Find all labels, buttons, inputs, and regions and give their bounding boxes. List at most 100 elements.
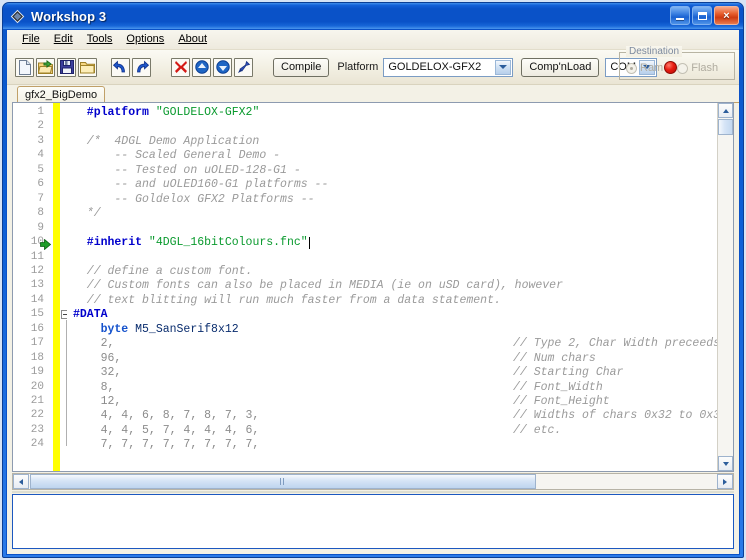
code-token: 96, — [73, 351, 122, 365]
gutter-line-number: 1 — [37, 106, 44, 118]
code-editor[interactable]: 1 2 3 4 5 6 7 8 9 10 11 12 13 14 15 16 17 18 19 20 21 22 23 24 … — [12, 102, 734, 472]
window-client-area: File Edit Tools Options About Compile Pl… — [6, 29, 740, 555]
code-line: byte M5_SanSerif8x12 — [73, 323, 239, 337]
chevron-up-icon — [722, 108, 729, 113]
code-token: "GOLDELOX-GFX2" — [155, 106, 260, 119]
menu-item-options-label: Options — [126, 33, 165, 45]
code-token: /* 4DGL Demo Application — [73, 134, 260, 148]
tab-gfx2-bigdemo[interactable]: gfx2_BigDemo — [17, 86, 106, 103]
close-button[interactable]: × — [714, 6, 739, 25]
compile-and-load-button[interactable]: Comp'nLoad — [521, 57, 600, 77]
window-title: Workshop 3 — [31, 8, 107, 24]
bookmark-arrow-icon[interactable] — [40, 237, 52, 251]
chevron-down-icon — [499, 65, 508, 69]
code-token: #platform — [73, 106, 156, 119]
output-panel[interactable] — [12, 494, 734, 549]
code-line: -- Tested on uOLED-128-G1 - — [73, 164, 300, 178]
menu-item-tools[interactable]: Tools — [80, 32, 120, 47]
menu-item-options[interactable]: Options — [119, 32, 171, 47]
gutter-line-number: 8 — [37, 207, 44, 220]
circle-up-arrow-icon — [194, 60, 209, 74]
code-token: 4, 4, 6, 8, 7, 8, 7, 3, — [73, 409, 260, 423]
maximize-button[interactable] — [692, 6, 712, 25]
menu-item-file[interactable]: File — [15, 32, 47, 47]
scroll-down-button[interactable] — [213, 57, 232, 77]
new-file-button[interactable] — [15, 57, 34, 77]
gutter-line-number: 12 — [30, 264, 44, 277]
code-token: 2, — [73, 337, 115, 351]
code-line-trailing-comment: // etc. — [513, 424, 561, 438]
code-line: 8, — [73, 380, 115, 395]
editor-gutter[interactable]: 1 2 3 4 5 6 7 8 9 10 11 12 13 14 15 16 17 18 19 20 21 22 23 24 — [13, 103, 70, 471]
horizontal-scrollbar-thumb[interactable] — [30, 474, 536, 489]
code-token: 7, 7, 7, 7, 7, 7, 7, 7, — [73, 438, 260, 452]
vertical-scrollbar-thumb[interactable] — [718, 119, 733, 135]
folder-icon — [80, 61, 95, 73]
editor-text-area[interactable]: #platform "GOLDELOX-GFX2" /* 4DGL Demo A… — [67, 103, 733, 471]
code-token: 12, — [73, 395, 122, 408]
text-caret — [309, 237, 310, 250]
folder-button[interactable] — [78, 57, 97, 77]
panel-divider — [12, 491, 734, 493]
undo-button[interactable] — [111, 57, 130, 77]
clear-button[interactable] — [171, 57, 190, 77]
code-line: 96, — [73, 351, 122, 366]
code-token: -- Scaled General Demo - — [73, 149, 281, 163]
tab-gfx2-bigdemo-label: gfx2_BigDemo — [25, 89, 98, 101]
gutter-line-number: 23 — [30, 423, 44, 436]
grip-icon — [280, 478, 286, 485]
open-file-button[interactable] — [36, 57, 55, 77]
code-line: 2, — [73, 337, 115, 351]
code-line-trailing-comment: // Font_Width — [513, 381, 603, 395]
code-token: 8, — [73, 380, 115, 394]
redo-arrow-icon — [137, 60, 149, 73]
redo-button[interactable] — [132, 57, 151, 77]
window-controls: × — [670, 6, 739, 25]
scrollbar-left-button[interactable] — [13, 474, 29, 489]
pin-button[interactable] — [234, 57, 253, 77]
scrollbar-right-button[interactable] — [717, 474, 733, 489]
title-bar[interactable]: Workshop 3 × — [3, 3, 743, 29]
destination-group-title: Destination — [626, 46, 683, 57]
gutter-line-number: 9 — [37, 221, 44, 234]
destination-radio-flash-label: Flash — [691, 62, 719, 74]
scroll-up-button[interactable] — [192, 57, 211, 77]
minimize-button[interactable] — [670, 6, 690, 25]
destination-radio-ram[interactable]: Ram — [626, 62, 663, 74]
code-line: 7, 7, 7, 7, 7, 7, 7, 7, — [73, 438, 260, 452]
code-line: #inherit "4DGL_16bitColours.fnc" — [73, 236, 308, 250]
code-token: "4DGL_16bitColours.fnc" — [148, 236, 308, 250]
code-token: // Num chars — [513, 351, 596, 365]
code-token: // Font_Height — [513, 395, 610, 408]
platform-select[interactable]: GOLDELOX-GFX2 — [383, 57, 514, 77]
platform-label: Platform — [337, 61, 379, 73]
scrollbar-up-button[interactable] — [718, 103, 733, 118]
code-token: -- and uOLED160-G1 platforms -- — [73, 178, 329, 192]
save-file-button[interactable] — [57, 57, 76, 77]
code-line: -- and uOLED160-G1 platforms -- — [73, 178, 328, 192]
new-file-icon — [18, 59, 31, 75]
open-folder-icon — [38, 60, 53, 74]
code-line-trailing-comment: // Type 2, Char Width preceeds ch — [513, 337, 733, 351]
compile-button[interactable]: Compile — [273, 57, 330, 77]
code-line-trailing-comment: // Starting Char — [513, 366, 623, 380]
editor-horizontal-scrollbar[interactable] — [12, 473, 734, 490]
code-line: #platform "GOLDELOX-GFX2" — [73, 106, 260, 120]
scrollbar-down-button[interactable] — [718, 456, 733, 471]
menu-item-edit-label: Edit — [53, 33, 73, 45]
gutter-line-number: 6 — [37, 178, 44, 191]
platform-select-arrow[interactable] — [495, 59, 512, 75]
code-token: // text blitting will run much faster fr… — [73, 293, 501, 307]
editor-vertical-scrollbar[interactable] — [717, 103, 733, 471]
code-line: 12, — [73, 395, 122, 409]
chevron-left-icon — [19, 478, 23, 485]
gutter-line-number: 15 — [30, 308, 44, 321]
menu-item-about[interactable]: About — [171, 32, 214, 47]
gutter-line-number: 11 — [30, 250, 44, 263]
gutter-line-number: 24 — [30, 438, 44, 451]
code-line: 4, 4, 6, 8, 7, 8, 7, 3, — [73, 409, 260, 423]
menu-item-edit[interactable]: Edit — [47, 32, 80, 47]
radio-dot-icon — [626, 62, 637, 74]
floppy-save-icon — [59, 60, 74, 74]
destination-radio-flash[interactable]: Flash — [677, 62, 718, 74]
